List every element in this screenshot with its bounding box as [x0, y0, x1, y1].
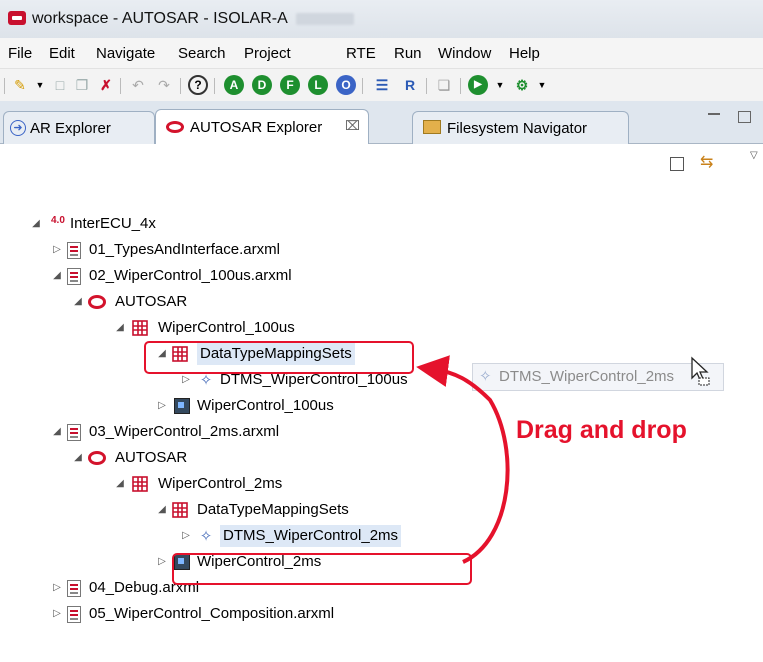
- drag-and-drop-annotation: Drag and drop: [516, 416, 687, 444]
- drag-arrow: [416, 355, 510, 564]
